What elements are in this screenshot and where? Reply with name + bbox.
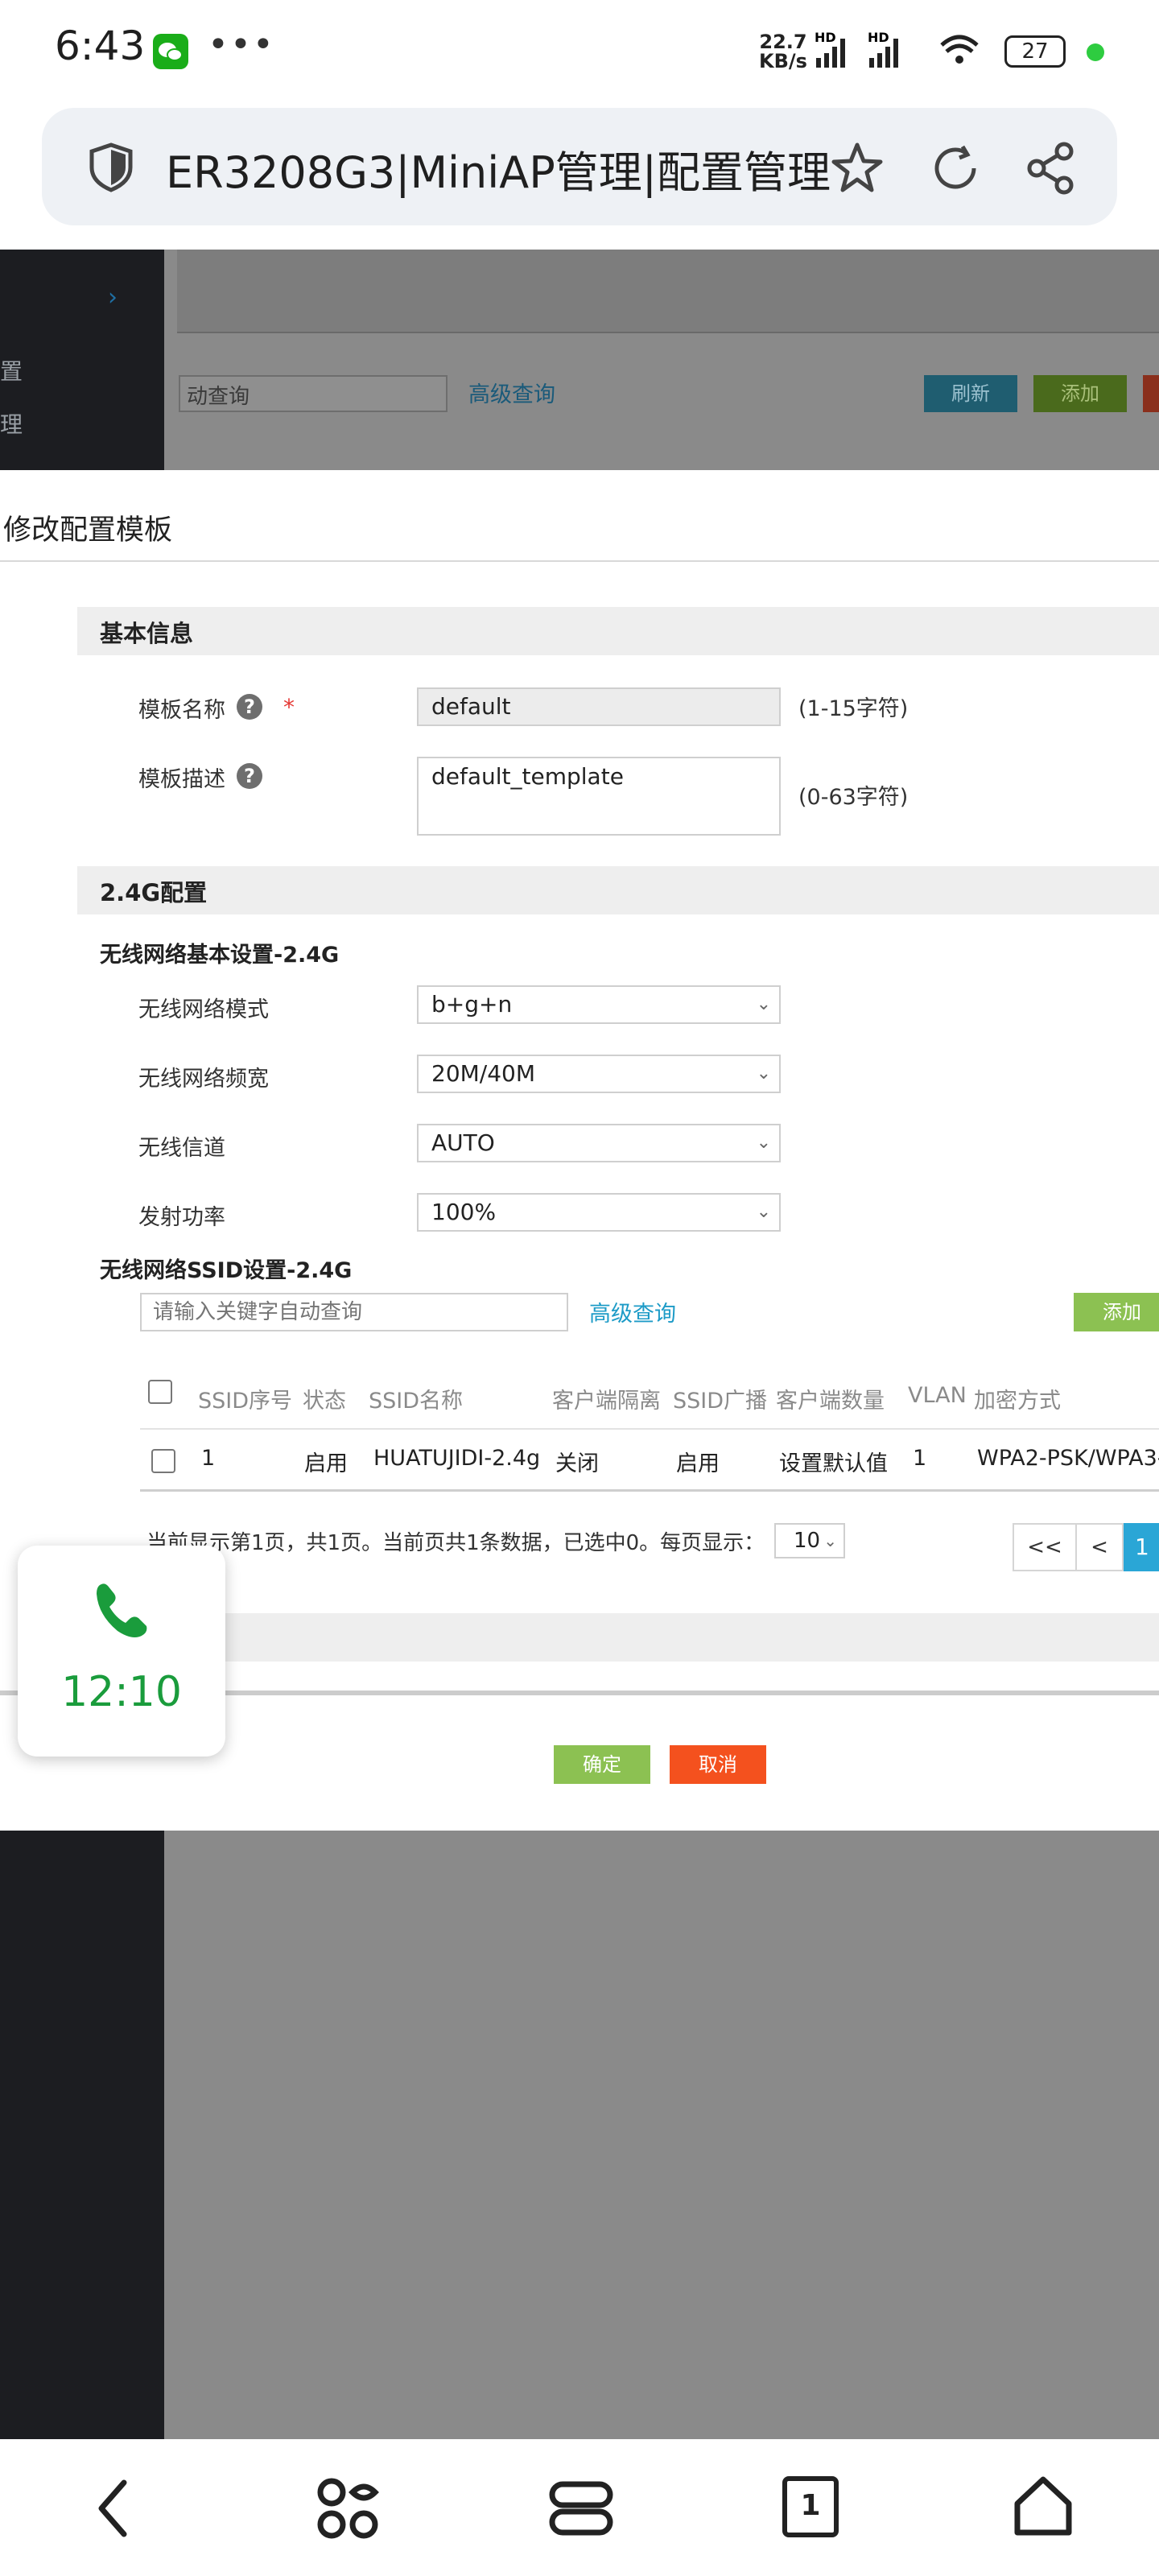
tabs-stack-icon[interactable] (547, 2476, 615, 2541)
sidebar-item[interactable]: 置 (0, 354, 23, 386)
page-size-value: 10 (794, 1529, 821, 1553)
channel-select[interactable]: AUTO ⌄ (417, 1124, 781, 1162)
template-desc-hint: (0-63字符) (798, 785, 909, 810)
status-time: 6:43 (55, 23, 146, 69)
table-header-vlan: VLAN (908, 1383, 967, 1408)
dialog-title: 修改配置模板 (3, 514, 173, 547)
refresh-button[interactable]: 刷新 (924, 375, 1017, 412)
table-header-ssid-name: SSID名称 (369, 1389, 464, 1414)
background-add-button[interactable]: 添加 (1033, 375, 1127, 412)
divider (0, 560, 1159, 562)
network-speed-value: 22.7 (759, 31, 807, 53)
required-mark: * (283, 694, 295, 720)
tab-count-icon[interactable]: 1 (782, 2476, 839, 2537)
table-cell-vlan: 1 (913, 1446, 927, 1471)
basic-info-section-title: 基本信息 (100, 620, 194, 647)
pagination-summary: 当前显示第1页，共1页。当前页共1条数据，已选中0。每页显示： (146, 1531, 765, 1555)
page-prev-button[interactable]: < (1075, 1523, 1124, 1571)
battery-indicator: 27 (1004, 35, 1066, 68)
ssid-search-input[interactable] (140, 1293, 568, 1331)
ssid-advanced-search-link[interactable]: 高级查询 (589, 1296, 676, 1327)
chevron-down-icon: ⌄ (756, 1063, 771, 1084)
table-header-client-isolation: 客户端隔离 (552, 1389, 661, 1414)
section-bar (177, 1613, 1159, 1662)
background-delete-button[interactable] (1143, 375, 1159, 412)
mode-label: 无线网络模式 (138, 997, 269, 1022)
wireless-basic-24g-title: 无线网络基本设置-2.4G (100, 943, 340, 968)
page-title[interactable]: ER3208G3|MiniAP管理|配置管理 (166, 137, 831, 200)
signal-1-label: HD (815, 30, 836, 45)
template-desc-textarea[interactable]: default_template (417, 757, 781, 836)
bandwidth-label: 无线网络频宽 (138, 1067, 269, 1092)
template-name-hint: (1-15字符) (798, 696, 909, 721)
background-advanced-search-link[interactable]: 高级查询 (468, 377, 555, 408)
chevron-down-icon: ⌄ (756, 1202, 771, 1222)
select-all-checkbox[interactable] (148, 1380, 172, 1404)
page-current-button[interactable]: 1 (1124, 1523, 1159, 1571)
shield-icon[interactable] (87, 142, 135, 193)
sidebar-expand-icon[interactable]: › (108, 283, 118, 312)
signal-2-label: HD (868, 30, 889, 45)
wechat-icon (153, 34, 188, 69)
confirm-button[interactable]: 确定 (554, 1745, 650, 1784)
help-icon[interactable]: ? (237, 763, 262, 789)
table-header-ssid-broadcast: SSID广播 (673, 1389, 768, 1414)
table-cell-ssid-name: HUATUJIDI-2.4g (373, 1446, 541, 1471)
table-cell-ssid-broadcast: 启用 (676, 1451, 720, 1476)
sidebar-item[interactable]: 理 (0, 407, 23, 440)
basic-info-section-header (77, 607, 1159, 655)
network-speed-unit: KB/s (759, 50, 807, 72)
back-icon[interactable] (90, 2476, 138, 2541)
channel-label: 无线信道 (138, 1136, 225, 1161)
background-search-input[interactable]: 动查询 (179, 375, 448, 412)
table-cell-encryption: WPA2-PSK/WPA3-… (977, 1446, 1159, 1471)
chevron-down-icon: ⌄ (823, 1531, 837, 1550)
page-header (177, 250, 1159, 333)
power-select-value: 100% (431, 1199, 497, 1225)
ssid-add-button[interactable]: 添加 (1074, 1293, 1159, 1331)
chevron-down-icon: ⌄ (756, 994, 771, 1014)
signal-icons: HD HD (815, 30, 979, 68)
home-icon[interactable] (1009, 2471, 1077, 2539)
share-icon[interactable] (1022, 140, 1079, 196)
help-icon[interactable]: ? (237, 694, 262, 720)
table-cell-client-isolation: 关闭 (555, 1451, 599, 1476)
row-checkbox[interactable] (151, 1449, 175, 1473)
template-name-label: 模板名称 (138, 698, 225, 723)
reload-icon[interactable] (927, 140, 984, 196)
template-name-field[interactable]: default (417, 687, 781, 726)
power-select[interactable]: 100% ⌄ (417, 1193, 781, 1232)
network-speed: 22.7 KB/s (757, 32, 810, 71)
call-duration: 12:10 (61, 1668, 182, 1716)
table-header-ssid-index: SSID序号 (198, 1389, 293, 1414)
table-divider (140, 1428, 1159, 1430)
table-header-status: 状态 (303, 1389, 346, 1414)
chevron-down-icon: ⌄ (756, 1133, 771, 1153)
mode-select-value: b+g+n (431, 991, 513, 1018)
recording-dot (1087, 43, 1104, 61)
table-cell-client-count: 设置默认值 (779, 1451, 888, 1476)
table-bottom-border (140, 1489, 1159, 1492)
config-24g-section-header (77, 866, 1159, 914)
cancel-button[interactable]: 取消 (670, 1745, 766, 1784)
star-icon[interactable] (829, 140, 885, 196)
channel-select-value: AUTO (431, 1129, 495, 1156)
mode-select[interactable]: b+g+n ⌄ (417, 985, 781, 1024)
phone-icon (97, 1583, 147, 1637)
power-label: 发射功率 (138, 1205, 225, 1230)
page-size-select[interactable]: 10 ⌄ (774, 1523, 845, 1558)
bandwidth-select-value: 20M/40M (431, 1060, 536, 1087)
page-first-button[interactable]: << (1013, 1523, 1077, 1571)
ssid-settings-24g-title: 无线网络SSID设置-2.4G (100, 1258, 353, 1283)
table-header-client-count: 客户端数量 (776, 1389, 885, 1414)
more-icon: ••• (208, 24, 275, 65)
bandwidth-select[interactable]: 20M/40M ⌄ (417, 1055, 781, 1093)
table-cell-status: 启用 (304, 1451, 348, 1476)
table-cell-ssid-index: 1 (201, 1446, 216, 1471)
apps-icon[interactable] (314, 2475, 382, 2542)
config-24g-section-title: 2.4G配置 (100, 879, 208, 906)
table-header-encryption: 加密方式 (974, 1389, 1061, 1414)
template-desc-label: 模板描述 (138, 767, 225, 792)
